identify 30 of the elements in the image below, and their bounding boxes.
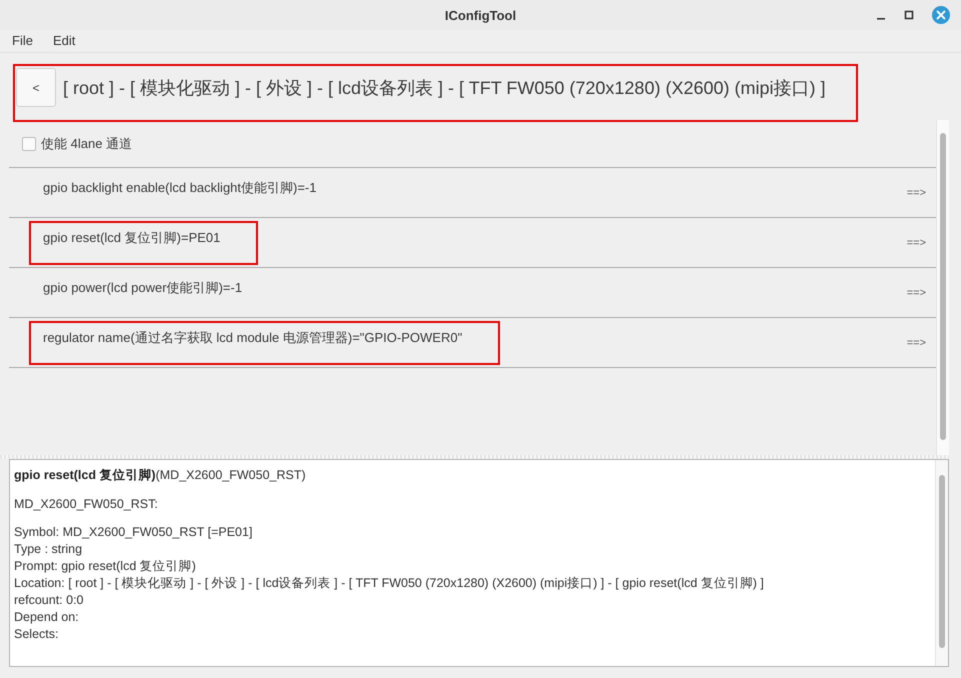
scrollbar[interactable] bbox=[935, 460, 948, 666]
scrollbar-thumb[interactable] bbox=[940, 133, 946, 440]
submenu-arrow[interactable]: ==> bbox=[906, 236, 926, 248]
menu-item[interactable]: File bbox=[12, 33, 33, 49]
detail-line: refcount: 0:0 bbox=[14, 592, 84, 609]
detail-line: Prompt: gpio reset(lcd 复位引脚) bbox=[14, 558, 197, 575]
back-button[interactable]: < bbox=[16, 68, 56, 107]
window-title: IConfigTool bbox=[444, 8, 516, 22]
option-label[interactable]: gpio power(lcd power使能引脚)=-1 bbox=[43, 278, 242, 296]
detail-line: Type : string bbox=[14, 541, 84, 558]
detail-line: Selects: bbox=[14, 626, 60, 643]
submenu-arrow[interactable]: ==> bbox=[906, 286, 926, 298]
symbol-name: MD_X2600_FW050_RST: bbox=[14, 496, 159, 513]
detail-line: Location: [ root ] - [ 模块化驱动 ] - [ 外设 ] - [ lcd设备列表 ] - [ TFT FW050 (720x1280) (X2600) (mipi接口) ] - [ gpio reset(lcd 复位引脚) ] bbox=[14, 575, 765, 592]
submenu-arrow[interactable]: ==> bbox=[906, 336, 926, 348]
scrollbar-thumb[interactable] bbox=[939, 475, 945, 648]
scrollbar[interactable] bbox=[936, 120, 949, 455]
maximize-icon[interactable] bbox=[904, 10, 914, 20]
symbol-heading: gpio reset(lcd 复位引脚)(MD_X2600_FW050_RST) bbox=[14, 467, 307, 484]
option-label[interactable]: regulator name(通过名字获取 lcd module 电源管理器)="GPIO-POWER0" bbox=[43, 328, 462, 346]
detail-line: Symbol: MD_X2600_FW050_RST [=PE01] bbox=[14, 524, 254, 541]
option-label[interactable]: gpio reset(lcd 复位引脚)=PE01 bbox=[43, 228, 220, 246]
close-icon[interactable] bbox=[932, 6, 950, 24]
checkbox[interactable] bbox=[22, 136, 36, 150]
submenu-arrow[interactable]: ==> bbox=[906, 186, 926, 198]
breadcrumb-path: [ root ] - [ 模块化驱动 ] - [ 外设 ] - [ lcd设备列表 ] - [ TFT FW050 (720x1280) (X2600) (mipi接口) ] bbox=[63, 77, 826, 99]
menu-item[interactable]: Edit bbox=[52, 33, 76, 49]
option-label[interactable]: gpio backlight enable(lcd backlight使能引脚)=-1 bbox=[43, 178, 316, 196]
detail-line: Depend on: bbox=[14, 609, 80, 626]
checkbox-label[interactable]: 使能 4lane 通道 bbox=[41, 134, 132, 152]
